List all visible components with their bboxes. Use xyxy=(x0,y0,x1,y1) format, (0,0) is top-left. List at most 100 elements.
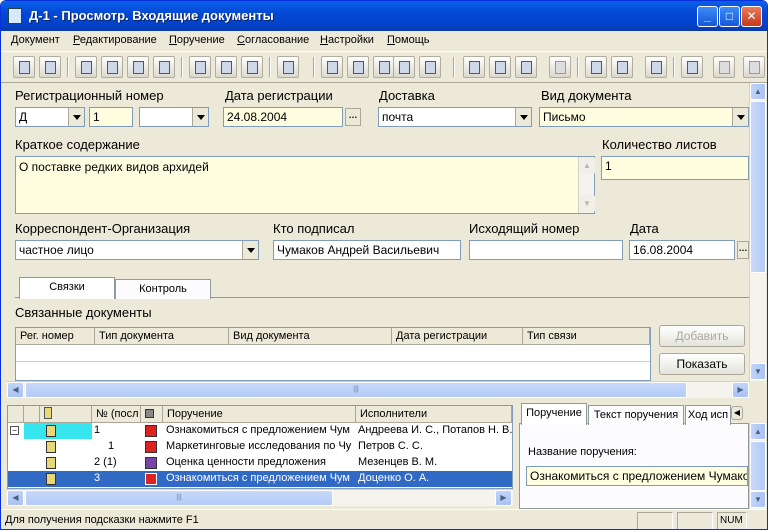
scroll-down-icon[interactable]: ▼ xyxy=(750,363,766,380)
route-icon[interactable] xyxy=(393,56,415,78)
mail-icon[interactable] xyxy=(549,56,571,78)
col-status[interactable] xyxy=(141,406,163,423)
sheets-label: Количество листов xyxy=(602,137,717,152)
tab-links[interactable]: Связки xyxy=(19,277,115,299)
scroll-thumb[interactable]: ||| xyxy=(25,490,333,506)
assignment-name-field[interactable]: Ознакомиться с предложением Чумакова xyxy=(526,466,748,486)
approval-list-icon[interactable] xyxy=(611,56,633,78)
cut-icon[interactable] xyxy=(153,56,175,78)
scroll-down-icon[interactable]: ▼ xyxy=(579,195,595,212)
chevron-down-icon[interactable] xyxy=(68,108,84,126)
list-icon[interactable] xyxy=(277,56,299,78)
tab-assignment-text[interactable]: Текст поручения xyxy=(588,405,684,425)
signed-field[interactable]: Чумаков Андрей Васильевич xyxy=(273,240,461,260)
scroll-thumb[interactable]: ||| xyxy=(25,382,687,398)
export-icon[interactable] xyxy=(713,56,735,78)
tab-assignment[interactable]: Поручение xyxy=(521,403,587,425)
form-horizontal-scrollbar[interactable]: ◀ ||| ▶ xyxy=(7,381,749,398)
assignments-hscrollbar[interactable]: ◀ ||| ▶ xyxy=(7,489,513,506)
table-row[interactable]: − 1 Ознакомиться с предложением Чум Андр… xyxy=(8,423,512,439)
stamp-icon[interactable] xyxy=(215,56,237,78)
send-icon[interactable] xyxy=(419,56,441,78)
help-icon[interactable] xyxy=(743,56,765,78)
add-button[interactable]: Добавить xyxy=(659,325,745,347)
scroll-left-icon[interactable]: ◀ xyxy=(7,382,24,398)
col-reg-number[interactable]: Рег. номер xyxy=(16,328,95,345)
task-report-icon[interactable] xyxy=(489,56,511,78)
settings-icon[interactable] xyxy=(681,56,703,78)
row-executors: Петров С. С. xyxy=(358,440,423,452)
find-icon[interactable] xyxy=(101,56,123,78)
clipboard-icon[interactable] xyxy=(515,56,537,78)
title-bar[interactable]: Д-1 - Просмотр. Входящие документы _ □ ✕ xyxy=(1,1,767,31)
scroll-right-icon[interactable]: ▶ xyxy=(732,382,749,398)
col-number[interactable]: № (посл xyxy=(92,406,141,423)
menu-edit[interactable]: Редактирование xyxy=(73,34,157,46)
refresh-icon[interactable] xyxy=(75,56,97,78)
reg-number-field[interactable]: 1 xyxy=(89,107,133,127)
tab-control[interactable]: Контроль xyxy=(115,279,211,299)
approve-icon[interactable] xyxy=(585,56,607,78)
save-icon[interactable] xyxy=(39,56,61,78)
forward-icon[interactable] xyxy=(373,56,395,78)
table-row[interactable]: 2 (1) Оценка ценности предложения Мезенц… xyxy=(8,455,512,471)
reg-date-field[interactable]: 24.08.2004 xyxy=(223,107,343,127)
minimize-button[interactable]: _ xyxy=(697,6,718,27)
collapse-icon[interactable]: − xyxy=(10,426,19,435)
correspondent-select[interactable]: частное лицо xyxy=(15,240,259,260)
summary-scrollbar[interactable]: ▲ ▼ xyxy=(578,157,595,213)
scroll-right-icon[interactable]: ▶ xyxy=(495,490,512,506)
table-row-selected[interactable]: 3 Ознакомиться с предложением Чум Доценк… xyxy=(8,471,512,487)
download-icon[interactable] xyxy=(241,56,263,78)
scroll-up-icon[interactable]: ▲ xyxy=(750,423,766,440)
scroll-left-icon[interactable]: ◀ xyxy=(7,490,24,506)
doc-type-select[interactable]: Письмо xyxy=(539,107,749,127)
scroll-up-icon[interactable]: ▲ xyxy=(750,83,766,100)
table-row[interactable]: 1 Маркетинговые исследования по Чу Петро… xyxy=(8,439,512,455)
delivery-select[interactable]: почта xyxy=(378,107,532,127)
menu-settings[interactable]: Настройки xyxy=(320,34,374,46)
calendar-button[interactable]: … xyxy=(737,241,749,259)
scroll-up-icon[interactable]: ▲ xyxy=(579,157,595,174)
col-doc-type[interactable]: Тип документа xyxy=(95,328,229,345)
col-executors[interactable]: Исполнители xyxy=(356,406,512,423)
summary-textarea[interactable]: О поставке редких видов архидей xyxy=(15,156,595,214)
sign-icon[interactable] xyxy=(645,56,667,78)
edit-icon[interactable] xyxy=(127,56,149,78)
col-reg-date[interactable]: Дата регистрации xyxy=(392,328,523,345)
new-doc-icon[interactable] xyxy=(13,56,35,78)
task-icon[interactable] xyxy=(463,56,485,78)
tab-scroll-left-icon[interactable]: ◀ xyxy=(731,406,743,420)
menu-document[interactable]: Документ xyxy=(11,34,60,46)
sheets-field[interactable]: 1 xyxy=(601,156,749,180)
col-task[interactable]: Поручение xyxy=(163,406,356,423)
col-doc-kind[interactable]: Вид документа xyxy=(229,328,392,345)
scroll-down-icon[interactable]: ▼ xyxy=(750,491,766,508)
menu-approval[interactable]: Согласование xyxy=(237,34,309,46)
maximize-button[interactable]: □ xyxy=(719,6,740,27)
details-vscrollbar[interactable]: ▲ ▼ xyxy=(749,423,766,509)
reg-suffix-select[interactable] xyxy=(139,107,209,127)
form-vertical-scrollbar[interactable]: ▲ ▼ xyxy=(749,83,766,381)
linked-docs-table[interactable]: Рег. номер Тип документа Вид документа Д… xyxy=(15,327,651,381)
col-link-type[interactable]: Тип связи xyxy=(523,328,650,345)
reg-prefix-select[interactable]: Д xyxy=(15,107,85,127)
chevron-down-icon[interactable] xyxy=(242,241,258,259)
chevron-down-icon[interactable] xyxy=(515,108,531,126)
scroll-thumb[interactable] xyxy=(750,101,766,273)
calendar-button[interactable]: … xyxy=(345,108,361,126)
card-icon[interactable] xyxy=(321,56,343,78)
show-button[interactable]: Показать xyxy=(659,353,745,375)
tab-progress[interactable]: Ход исп xyxy=(685,405,731,425)
date-field[interactable]: 16.08.2004 xyxy=(629,240,735,260)
close-button[interactable]: ✕ xyxy=(741,6,762,27)
menu-assignment[interactable]: Поручение xyxy=(169,34,225,46)
outgoing-field[interactable] xyxy=(469,240,623,260)
scroll-thumb[interactable] xyxy=(750,441,766,491)
chevron-down-icon[interactable] xyxy=(192,108,208,126)
assignments-grid[interactable]: № (посл Поручение Исполнители − 1 Ознако… xyxy=(7,405,513,489)
chevron-down-icon[interactable] xyxy=(732,108,748,126)
attach-icon[interactable] xyxy=(189,56,211,78)
print-icon[interactable] xyxy=(347,56,369,78)
menu-help[interactable]: Помощь xyxy=(387,34,430,46)
